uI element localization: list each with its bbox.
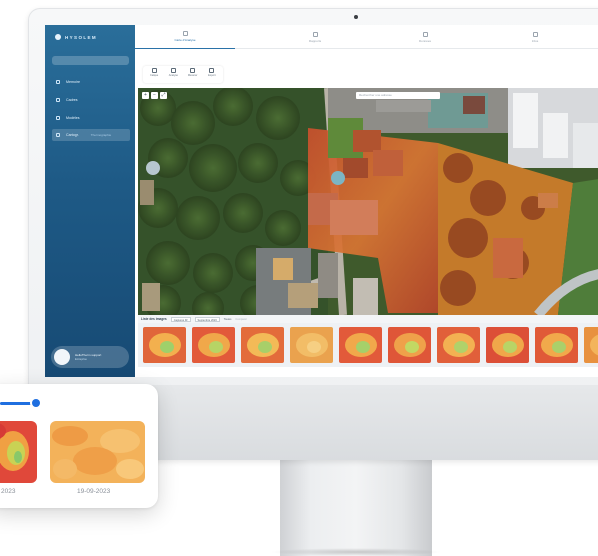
tool-label: Mesurer <box>187 74 198 77</box>
thermal-thumbnail[interactable] <box>388 327 431 363</box>
logo-text: HYSOLEM <box>65 34 98 40</box>
aerial-map[interactable]: + − ⤢ Rechercher une adresse <box>138 88 598 315</box>
thermal-thumbnail[interactable] <box>437 327 480 363</box>
sidebar-item-sublabel: Thermographie <box>90 133 112 137</box>
logo-icon <box>55 34 61 40</box>
map-icon <box>182 31 188 36</box>
zoom-in-button[interactable]: + <box>142 92 149 99</box>
sidebar-item-modeles[interactable]: Modèles <box>52 112 130 124</box>
filmstrip-type-select[interactable]: Captures IR <box>170 316 191 322</box>
map-icon <box>56 133 60 137</box>
scene: HYSOLEM Memoire Cadres Modèles Cartogr. … <box>0 0 598 556</box>
thermal-thumbnail[interactable] <box>241 327 284 363</box>
sidebar-item-cartographie[interactable]: Cartogr. Thermographie <box>52 129 130 141</box>
tab-donnees[interactable]: Données <box>375 25 475 49</box>
filmstrip-period-select[interactable]: Septembre 2023 <box>194 316 220 322</box>
sidebar: HYSOLEM Memoire Cadres Modèles Cartogr. … <box>45 25 135 377</box>
thermal-thumbnail[interactable] <box>290 327 333 363</box>
app-screen: HYSOLEM Memoire Cadres Modèles Cartogr. … <box>45 25 598 377</box>
thermal-image <box>0 421 37 483</box>
tab-label: Rapports <box>308 38 322 43</box>
thermal-image-strip <box>138 323 598 367</box>
thermal-thumbnail[interactable] <box>0 421 37 483</box>
sidebar-item-memoire[interactable]: Memoire <box>52 76 130 88</box>
download-icon <box>209 68 215 73</box>
time-slider-track[interactable] <box>0 402 36 405</box>
map-toolbar: Calque Analyse Mesurer Export <box>143 66 223 83</box>
chart-icon <box>422 31 428 37</box>
thermal-image <box>50 421 145 483</box>
fullscreen-button[interactable]: ⤢ <box>160 92 167 99</box>
map-search-input[interactable]: Rechercher une adresse <box>356 92 440 99</box>
monitor-stand <box>280 455 432 556</box>
sidebar-search-input[interactable] <box>52 56 129 65</box>
user-role: Entreprise <box>75 358 87 361</box>
top-tabs: Carte d'Analyse Rapports Données Infos <box>135 25 598 49</box>
thermal-thumbnail[interactable] <box>339 327 382 363</box>
ruler-icon <box>190 68 196 73</box>
sidebar-item-label: Memoire <box>66 80 80 84</box>
tab-label: Carte d'Analyse <box>174 38 196 42</box>
thermal-thumbnail[interactable] <box>192 327 235 363</box>
thermal-thumbnail[interactable] <box>584 327 598 363</box>
tool-label: Export <box>208 74 216 77</box>
sidebar-item-label: Modèles <box>66 116 80 120</box>
tab-label: Données <box>418 38 431 43</box>
app-logo[interactable]: HYSOLEM <box>55 34 97 40</box>
tab-infos[interactable]: Infos <box>485 25 585 49</box>
layers-icon <box>151 68 157 73</box>
thermal-thumbnail[interactable] <box>535 327 578 363</box>
tool-calque-button[interactable]: Calque <box>146 68 162 81</box>
grid-icon <box>56 116 60 120</box>
thumbnail-date: 19-09-2023 <box>77 488 111 495</box>
filmstrip-header: Liste des images Captures IR Septembre 2… <box>138 315 598 323</box>
layers-icon <box>56 98 60 102</box>
avatar <box>54 349 70 365</box>
tab-rapports[interactable]: Rapports <box>265 25 365 49</box>
stand-shadow <box>270 548 442 556</box>
sidebar-item-label: Cartogr. <box>66 133 79 137</box>
tool-export-button[interactable]: Export <box>204 68 220 81</box>
sidebar-item-cadres[interactable]: Cadres <box>52 94 130 106</box>
filmstrip-toggle[interactable]: Toutes <box>224 318 232 321</box>
thermal-thumbnail[interactable] <box>143 327 186 363</box>
chart-icon <box>170 68 176 73</box>
tab-label: Infos <box>531 38 539 43</box>
thermal-thumbnail[interactable] <box>486 327 529 363</box>
sidebar-item-label: Cadres <box>66 98 78 102</box>
map-controls: + − ⤢ <box>142 92 167 99</box>
time-slider-handle[interactable] <box>32 399 40 407</box>
thumbnail-date: 2023 <box>1 488 16 495</box>
camera-icon <box>354 15 358 19</box>
user-name: HelloTherm support <box>75 353 102 357</box>
zoom-out-button[interactable]: − <box>151 92 158 99</box>
filmstrip-compare-link[interactable]: Comparer <box>235 318 247 321</box>
tool-label: Calque <box>150 74 159 77</box>
aerial-map-image <box>138 88 598 315</box>
document-icon <box>312 31 318 37</box>
filmstrip-title: Liste des images <box>141 317 167 321</box>
home-icon <box>56 80 60 84</box>
tool-mesurer-button[interactable]: Mesurer <box>185 68 201 81</box>
image-compare-card: 2023 19-09-2023 <box>0 384 158 508</box>
thermal-thumbnail[interactable] <box>50 421 145 483</box>
tool-label: Analyse <box>168 74 178 77</box>
user-card[interactable]: HelloTherm support Entreprise <box>51 346 129 368</box>
info-icon <box>532 31 538 37</box>
tool-analyse-button[interactable]: Analyse <box>165 68 181 81</box>
tab-analyse[interactable]: Carte d'Analyse <box>135 25 235 49</box>
